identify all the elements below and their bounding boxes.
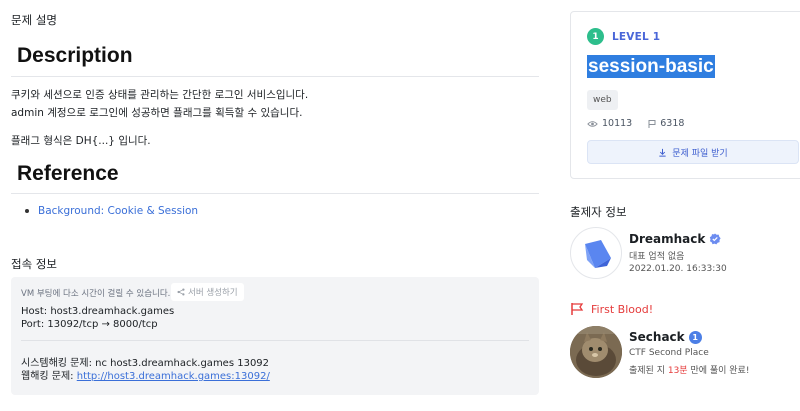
author-name-row[interactable]: Dreamhack: [629, 232, 721, 246]
divider: [11, 193, 539, 194]
rank-badge: 1: [688, 330, 702, 344]
description-line-2: admin 계정으로 로그인에 성공하면 플래그를 획득할 수 있습니다.: [11, 107, 303, 119]
challenge-title: session-basic: [587, 55, 715, 78]
level-text: LEVEL 1: [612, 31, 661, 43]
download-icon: [659, 148, 666, 157]
verified-icon: [710, 233, 721, 245]
reference-link[interactable]: Background: Cookie & Session: [38, 205, 198, 217]
reference-heading: Reference: [17, 162, 119, 185]
views-count: 10113: [602, 118, 633, 129]
description-line-1: 쿠키와 세션으로 인증 상태를 관리하는 간단한 로그인 서비스입니다.: [11, 89, 309, 101]
description-heading: Description: [17, 44, 133, 67]
web-hacking-link[interactable]: http://host3.dreamhack.games:13092/: [77, 371, 270, 382]
author-name: Dreamhack: [629, 232, 706, 246]
first-blood-user-title: CTF Second Place: [629, 348, 709, 358]
access-info-box: VM 부팅에 다소 시간이 걸릴 수 있습니다. 서버 생성하기 Host: h…: [11, 277, 539, 395]
download-file-button[interactable]: 문제 파일 받기: [587, 140, 799, 164]
level-badge: 1: [587, 28, 604, 45]
download-label: 문제 파일 받기: [672, 148, 728, 159]
port-text: Port: 13092/tcp → 8000/tcp: [21, 319, 158, 330]
bullet-icon: [25, 209, 29, 213]
author-avatar[interactable]: [570, 227, 622, 279]
reference-list: Background: Cookie & Session: [25, 205, 198, 217]
flag-icon: [648, 119, 656, 128]
description-line-3: 플래그 형식은 DH{...} 입니다.: [11, 135, 151, 147]
dreamhack-logo-icon: [585, 240, 611, 268]
generate-server-button[interactable]: 서버 생성하기: [171, 283, 244, 301]
author-section-title: 출제자 정보: [570, 205, 627, 219]
eye-icon: [587, 120, 598, 127]
first-blood-user-row[interactable]: Sechack 1: [629, 330, 702, 344]
first-blood-solve-time: 출제된 지 13분 만에 풀이 완료!: [629, 363, 749, 376]
divider: [21, 340, 529, 341]
solve-suffix: 만에 풀이 완료!: [687, 366, 750, 376]
solve-prefix: 출제된 지: [629, 366, 668, 376]
vm-note: VM 부팅에 다소 시간이 걸릴 수 있습니다.: [21, 289, 171, 299]
divider: [11, 76, 539, 77]
first-blood-row: First Blood!: [570, 302, 653, 316]
author-date: 2022.01.20. 16:33:30: [629, 264, 727, 274]
share-icon: [177, 288, 185, 296]
first-blood-label: First Blood!: [591, 302, 654, 316]
generate-server-label: 서버 생성하기: [188, 288, 238, 298]
first-blood-avatar[interactable]: [570, 326, 622, 378]
web-hacking-row: 웹해킹 문제: http://host3.dreamhack.games:130…: [21, 367, 270, 382]
host-text: Host: host3.dreamhack.games: [21, 306, 175, 317]
first-blood-user-name: Sechack: [629, 330, 685, 344]
web-hacking-label: 웹해킹 문제:: [21, 371, 77, 382]
challenge-stats: 10113 6318: [587, 118, 684, 129]
description-section-title: 문제 설명: [11, 13, 57, 27]
author-achievement: 대표 업적 없음: [629, 252, 685, 262]
cat-avatar-icon: [570, 326, 622, 378]
challenge-card: 1 LEVEL 1 session-basic web 10113 6318 문…: [570, 11, 800, 179]
reference-item: Background: Cookie & Session: [25, 205, 198, 217]
access-section-title: 접속 정보: [11, 257, 57, 271]
solve-time: 13분: [667, 366, 688, 376]
first-blood-flag-icon: [571, 303, 584, 315]
tag-web[interactable]: web: [587, 90, 618, 110]
solves-count: 6318: [660, 118, 685, 129]
